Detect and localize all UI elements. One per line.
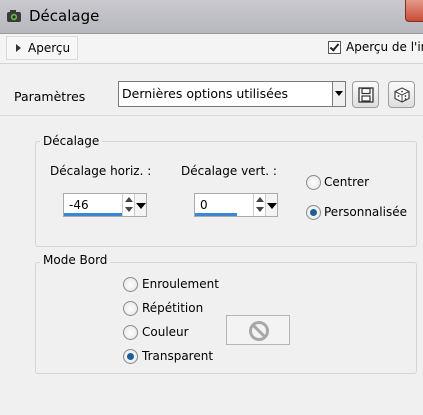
horizontal-offset-label: Décalage horiz. : — [50, 164, 152, 178]
apercu-label: Aperçu — [28, 41, 71, 55]
radio-repetition[interactable] — [123, 301, 138, 316]
dropdown-button[interactable] — [332, 82, 345, 106]
preview-toolbar: Aperçu Aperçu de l'im — [0, 34, 423, 64]
arrow-up-icon[interactable] — [256, 197, 264, 202]
expand-arrow-icon — [16, 44, 21, 52]
apercu-toggle-button[interactable]: Aperçu — [6, 36, 78, 60]
save-preset-button[interactable] — [352, 81, 379, 108]
chevron-down-icon — [267, 203, 277, 209]
decalage-group-title: Décalage — [40, 134, 103, 148]
arrow-down-icon[interactable] — [256, 207, 264, 212]
preview-image-label: Aperçu de l'im — [346, 40, 423, 54]
randomize-button[interactable] — [388, 81, 415, 108]
radio-couleur-label[interactable]: Couleur — [142, 325, 189, 339]
mode-bord-group-title: Mode Bord — [40, 253, 111, 267]
vertical-offset-stepper[interactable] — [253, 194, 265, 216]
vertical-offset-menu-button[interactable] — [265, 194, 277, 216]
preset-value: Dernières options utilisées — [122, 86, 289, 101]
preview-image-checkbox[interactable] — [328, 41, 341, 54]
horizontal-offset-menu-button[interactable] — [134, 194, 146, 216]
horizontal-offset-stepper[interactable] — [122, 194, 134, 216]
horizontal-offset-slider-bar[interactable] — [64, 213, 122, 216]
dice-icon — [394, 87, 410, 103]
horizontal-offset-value[interactable]: -46 — [69, 198, 89, 212]
vertical-offset-slider-bar[interactable] — [195, 213, 237, 216]
vertical-offset-label: Décalage vert. : — [181, 164, 277, 178]
radio-centrer-label[interactable]: Centrer — [324, 175, 369, 189]
horizontal-offset-spinbox[interactable]: -46 — [63, 193, 147, 217]
radio-transparent-label[interactable]: Transparent — [142, 349, 213, 363]
vertical-offset-value[interactable]: 0 — [200, 198, 208, 212]
checkmark-icon — [329, 41, 340, 52]
floppy-disk-icon — [358, 87, 374, 103]
radio-transparent[interactable] — [123, 349, 138, 364]
chevron-down-icon — [136, 203, 146, 209]
parameters-label: Paramètres — [14, 89, 86, 104]
no-symbol-icon — [249, 321, 269, 341]
radio-enroulement-label[interactable]: Enroulement — [142, 277, 219, 291]
radio-personnalisee[interactable] — [306, 205, 321, 220]
border-color-swatch[interactable] — [226, 315, 290, 345]
parameters-row: Paramètres Dernières options utilisées — [0, 64, 423, 116]
radio-couleur[interactable] — [123, 325, 138, 340]
close-button[interactable] — [405, 0, 423, 22]
window-title: Décalage — [29, 7, 100, 25]
radio-enroulement[interactable] — [123, 277, 138, 292]
radio-personnalisee-label[interactable]: Personnalisée — [324, 205, 407, 219]
arrow-down-icon[interactable] — [125, 207, 133, 212]
chevron-down-icon — [335, 91, 343, 96]
camera-app-icon — [7, 10, 21, 22]
radio-repetition-label[interactable]: Répétition — [142, 301, 203, 315]
title-bar: Décalage — [0, 0, 423, 34]
arrow-up-icon[interactable] — [125, 197, 133, 202]
radio-centrer[interactable] — [306, 175, 321, 190]
preset-dropdown[interactable]: Dernières options utilisées — [118, 81, 346, 107]
vertical-offset-spinbox[interactable]: 0 — [194, 193, 278, 217]
